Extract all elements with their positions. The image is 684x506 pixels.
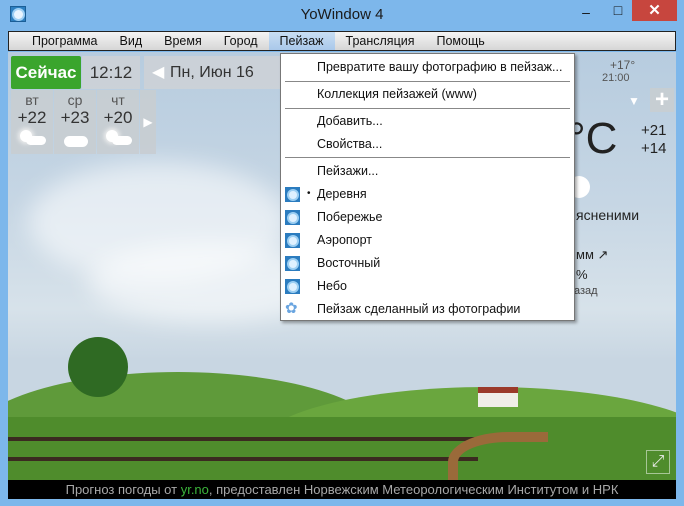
- yowindow-icon: [285, 256, 300, 271]
- menu-item-sky[interactable]: Небо: [281, 275, 574, 297]
- menu-item-coast[interactable]: Побережье: [281, 206, 574, 228]
- yr-link[interactable]: yr.no: [181, 482, 209, 497]
- forecast-day[interactable]: чт +20: [97, 90, 139, 154]
- menu-item-photo-to-landscape[interactable]: Превратите вашу фотографию в пейзаж...: [281, 56, 574, 78]
- updated-ago: азад: [574, 285, 598, 297]
- partly-cloudy-icon: [102, 130, 134, 146]
- add-city-button[interactable]: +: [650, 88, 674, 112]
- footer-credit: Прогноз погоды от yr.no, предоставлен Но…: [8, 480, 676, 499]
- menu-landscape[interactable]: Пейзаж: [268, 32, 335, 50]
- precipitation: мм ↗: [576, 247, 609, 262]
- fullscreen-icon[interactable]: ⤢: [646, 450, 670, 474]
- title-bar: YoWindow 4 – □ ✕: [0, 0, 684, 30]
- menu-broadcast[interactable]: Трансляция: [335, 32, 426, 50]
- menu-item-properties[interactable]: Свойства...: [281, 133, 574, 155]
- day-name: чт: [111, 92, 125, 108]
- cloud-icon: [59, 130, 91, 147]
- credit-prefix: Прогноз погоды от: [65, 482, 181, 497]
- minimize-button[interactable]: –: [572, 4, 600, 25]
- menu-city[interactable]: Город: [213, 32, 269, 50]
- forecast-day[interactable]: ср +23: [54, 90, 96, 154]
- selected-bullet: •: [307, 188, 311, 199]
- next-days-icon[interactable]: ▶: [140, 90, 156, 154]
- menu-item-add[interactable]: Добавить...: [281, 110, 574, 132]
- menu-program[interactable]: Программа: [21, 32, 109, 50]
- partly-cloudy-icon: [16, 130, 48, 146]
- menu-item-label: Побережье: [317, 210, 383, 224]
- credit-suffix: , предоставлен Норвежским Метеорологичес…: [208, 482, 619, 497]
- current-date: Пн, Июн 16: [170, 64, 254, 81]
- menu-item-photo-landscape[interactable]: ✿ Пейзаж сделанный из фотографии: [281, 298, 574, 320]
- hour-temp: +17°: [610, 58, 636, 72]
- menu-bar: Программа Вид Время Город Пейзаж Трансля…: [8, 31, 676, 51]
- yowindow-icon: [285, 210, 300, 225]
- date-selector[interactable]: ◀ Пн, Июн 16: [144, 56, 282, 89]
- close-button[interactable]: ✕: [632, 0, 677, 21]
- forecast-day[interactable]: вт +22: [11, 90, 53, 154]
- menu-item-village[interactable]: • Деревня: [281, 183, 574, 205]
- menu-view[interactable]: Вид: [109, 32, 154, 50]
- day-temp: +20: [103, 108, 133, 127]
- now-button[interactable]: Сейчас: [11, 56, 81, 89]
- menu-item-landscapes[interactable]: Пейзажи...: [281, 160, 574, 182]
- temp-low: +14: [641, 140, 667, 157]
- humidity: %: [576, 267, 588, 282]
- landscape-menu: Превратите вашу фотографию в пейзаж... К…: [280, 53, 575, 321]
- flower-icon: ✿: [285, 300, 298, 317]
- menu-item-label: Деревня: [317, 187, 367, 201]
- current-time: 12:12: [82, 56, 140, 89]
- day-temp: +23: [60, 108, 90, 127]
- day-name: ср: [67, 92, 83, 108]
- prev-day-icon[interactable]: ◀: [152, 56, 164, 89]
- menu-item-label: Пейзаж сделанный из фотографии: [317, 302, 521, 316]
- menu-item-airport[interactable]: Аэропорт: [281, 229, 574, 251]
- menu-item-label: Небо: [317, 279, 347, 293]
- yowindow-icon: [285, 233, 300, 248]
- menu-item-label: Аэропорт: [317, 233, 373, 247]
- day-name: вт: [25, 92, 39, 108]
- menu-time[interactable]: Время: [153, 32, 213, 50]
- maximize-button[interactable]: □: [604, 2, 632, 23]
- yowindow-icon: [285, 279, 300, 294]
- weather-description: ясненими: [576, 207, 640, 223]
- temp-high: +21: [641, 122, 667, 139]
- menu-help[interactable]: Помощь: [425, 32, 495, 50]
- menu-item-collection[interactable]: Коллекция пейзажей (www): [281, 83, 574, 105]
- menu-item-label: Восточный: [317, 256, 381, 270]
- day-temp: +22: [17, 108, 47, 127]
- hour-time: 21:00: [602, 72, 630, 84]
- current-temp-unit: °C: [568, 114, 618, 163]
- menu-item-oriental[interactable]: Восточный: [281, 252, 574, 274]
- yowindow-icon: [285, 187, 300, 202]
- city-dropdown-icon[interactable]: ▼: [628, 94, 640, 108]
